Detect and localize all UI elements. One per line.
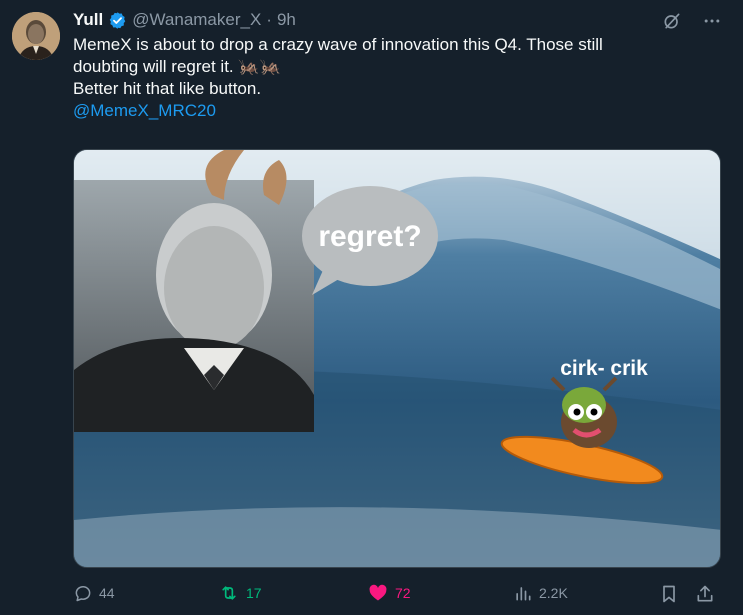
tweet-line-1: MemeX is about to drop a crazy wave of i… <box>73 35 603 54</box>
tweet-line-3: Better hit that like button. <box>73 79 262 98</box>
author-handle[interactable]: @Wanamaker_X <box>132 9 261 31</box>
tweet-top-actions <box>661 10 723 32</box>
author-name[interactable]: Yull <box>73 9 103 31</box>
bookmark-button[interactable] <box>659 583 679 605</box>
mention-link[interactable]: @MemeX_MRC20 <box>73 101 216 120</box>
tweet-line-2: doubting will regret it. 🦗🦗 <box>73 57 281 76</box>
tweet-time[interactable]: 9h <box>277 9 296 31</box>
tweet-text: MemeX is about to drop a crazy wave of i… <box>73 34 713 122</box>
reply-icon <box>75 585 91 602</box>
reply-button[interactable]: 44 <box>73 583 115 603</box>
avatar[interactable] <box>12 12 60 60</box>
like-icon <box>369 584 387 601</box>
meme-caption: cirk- crik <box>560 357 648 380</box>
grok-icon[interactable] <box>661 10 683 32</box>
like-count: 72 <box>395 585 411 601</box>
share-button[interactable] <box>695 583 715 605</box>
meme-image: regret? cirk- crik <box>74 150 720 567</box>
reply-count: 44 <box>99 585 115 601</box>
tweet-header: Yull @Wanamaker_X · 9h <box>73 9 296 31</box>
views-icon <box>516 587 531 601</box>
more-icon[interactable] <box>701 10 723 32</box>
retweet-icon <box>222 586 236 600</box>
retweet-button[interactable]: 17 <box>218 583 262 603</box>
tweet-actions: 44 17 72 2.2K <box>73 583 723 609</box>
views-button[interactable]: 2.2K <box>513 583 568 603</box>
verified-badge-icon <box>108 11 127 30</box>
avatar-image <box>12 12 60 60</box>
separator-dot: · <box>266 10 272 29</box>
bookmark-icon <box>663 585 675 603</box>
retweet-count: 17 <box>246 585 262 601</box>
views-count: 2.2K <box>539 585 568 601</box>
like-button[interactable]: 72 <box>367 583 411 603</box>
bubble-text: regret? <box>318 220 421 253</box>
share-icon <box>697 585 713 602</box>
tweet-media[interactable]: regret? cirk- crik <box>73 149 721 568</box>
